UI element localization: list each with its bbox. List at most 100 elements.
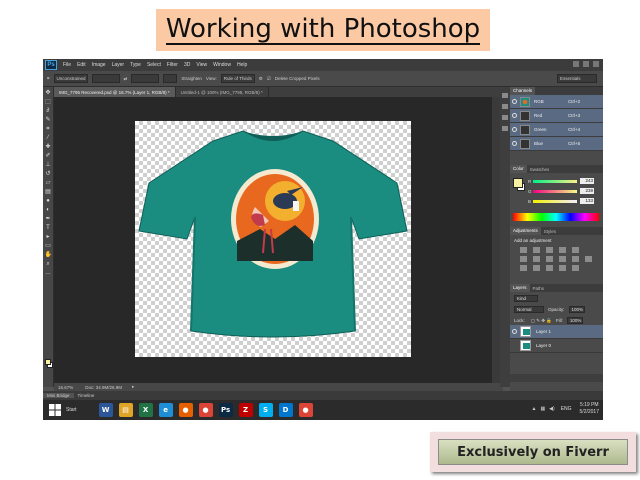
green-slider[interactable]: G 239	[528, 187, 594, 195]
close-icon[interactable]	[593, 61, 599, 67]
menu-image[interactable]: Image	[92, 62, 106, 68]
channel-row-rgb[interactable]: RGB Ctrl+2	[510, 95, 603, 109]
layer-row-0[interactable]: Layer 0	[510, 339, 603, 353]
color-balance-icon[interactable]	[533, 256, 540, 262]
kind-filter-select[interactable]: Kind	[514, 295, 538, 302]
minimize-icon[interactable]	[573, 61, 579, 67]
menu-file[interactable]: File	[63, 62, 71, 68]
tab-swatches[interactable]: Swatches	[527, 167, 553, 172]
tab-paths[interactable]: Paths	[530, 286, 548, 291]
channel-row-green[interactable]: Green Ctrl+4	[510, 123, 603, 137]
layer-row-1[interactable]: Layer 1	[510, 325, 603, 339]
foreground-color-swatch[interactable]	[45, 359, 51, 365]
vertical-scrollbar[interactable]	[492, 97, 500, 383]
ratio-select[interactable]: Unconstrained	[53, 74, 88, 83]
brush-tool-icon[interactable]: ✐	[45, 153, 52, 159]
menu-help[interactable]: Help	[237, 62, 247, 68]
paragraph-panel-icon[interactable]	[502, 126, 508, 131]
channel-mixer-icon[interactable]	[572, 256, 579, 262]
eye-icon[interactable]	[512, 127, 517, 132]
blue-track[interactable]	[533, 199, 577, 203]
settings-icon[interactable]: ⚙	[259, 76, 263, 82]
menu-select[interactable]: Select	[147, 62, 161, 68]
layer-name[interactable]: Layer 1	[536, 329, 551, 334]
history-brush-icon[interactable]: ↺	[45, 171, 52, 177]
fill-field[interactable]: 100%	[566, 317, 583, 324]
network-icon[interactable]: ▦	[540, 406, 545, 412]
green-track[interactable]	[533, 189, 577, 193]
hand-tool-icon[interactable]: ✋	[45, 252, 52, 258]
eyedropper-tool-icon[interactable]: ⁄	[45, 135, 52, 141]
selective-color-icon[interactable]	[572, 265, 579, 271]
firefox-taskbar-icon[interactable]: ●	[178, 403, 193, 417]
gradient-tool-icon[interactable]: ▤	[45, 189, 52, 195]
layer-name[interactable]: Layer 0	[536, 343, 551, 348]
maximize-icon[interactable]	[583, 61, 589, 67]
path-select-icon[interactable]: ▸	[45, 234, 52, 240]
color-lookup-icon[interactable]	[585, 256, 592, 262]
system-clock[interactable]: 5:19 PM 5/2/2017	[580, 402, 599, 416]
channel-row-red[interactable]: Red Ctrl+3	[510, 109, 603, 123]
zoom-level[interactable]: 16.67%	[58, 385, 73, 390]
menu-filter[interactable]: Filter	[167, 62, 178, 68]
photo-filter-icon[interactable]	[559, 256, 566, 262]
eye-icon[interactable]	[512, 99, 517, 104]
canvas-area[interactable]	[54, 97, 492, 383]
menu-3d[interactable]: 3D	[184, 62, 190, 68]
quick-select-tool-icon[interactable]: ✎	[45, 117, 52, 123]
brightness-icon[interactable]	[520, 247, 527, 253]
marquee-tool-icon[interactable]: ⬚	[45, 99, 52, 105]
levels-icon[interactable]	[533, 247, 540, 253]
lasso-tool-icon[interactable]: ∂	[45, 108, 52, 114]
move-tool-icon[interactable]: ✥	[45, 90, 52, 96]
zoom-tool-icon[interactable]: ⌕	[45, 261, 52, 267]
blur-tool-icon[interactable]: ●	[45, 198, 52, 204]
properties-panel-icon[interactable]	[502, 104, 508, 109]
crop-tool-icon[interactable]: ⌗	[45, 126, 52, 132]
photoshop-taskbar-icon[interactable]: Ps	[218, 403, 233, 417]
hue-saturation-icon[interactable]	[520, 256, 527, 262]
volume-icon[interactable]: ◀)	[549, 406, 555, 412]
red-value[interactable]: 243	[580, 178, 594, 184]
windows-start-button[interactable]	[46, 402, 64, 418]
workspace-select[interactable]: Essentials	[557, 74, 597, 83]
blue-value[interactable]: 133	[580, 198, 594, 204]
tab-channels[interactable]: Channels	[510, 87, 536, 95]
threshold-icon[interactable]	[546, 265, 553, 271]
blue-slider[interactable]: B 133	[528, 197, 594, 205]
swap-icon[interactable]: ⇄	[124, 76, 128, 82]
red-slider[interactable]: R 243	[528, 177, 594, 185]
lock-icons[interactable]: ▢ ✎ ✥ 🔒	[531, 318, 552, 324]
menu-edit[interactable]: Edit	[77, 62, 86, 68]
posterize-icon[interactable]	[533, 265, 540, 271]
document-canvas[interactable]	[135, 121, 411, 357]
pen-tool-icon[interactable]: ✒	[45, 216, 52, 222]
tray-arrow-icon[interactable]: ▲	[531, 406, 536, 412]
color-spectrum[interactable]	[513, 213, 599, 221]
crop-tool-icon[interactable]: ⌗	[47, 76, 50, 81]
tab-color[interactable]: Color	[510, 165, 527, 173]
exposure-icon[interactable]	[559, 247, 566, 253]
healing-tool-icon[interactable]: ✚	[45, 144, 52, 150]
red-track[interactable]	[533, 179, 577, 183]
eye-icon[interactable]	[512, 113, 517, 118]
status-arrow-icon[interactable]: ▸	[132, 384, 134, 390]
green-value[interactable]: 239	[580, 188, 594, 194]
internet-explorer-taskbar-icon[interactable]: e	[158, 403, 173, 417]
stamp-tool-icon[interactable]: ⊥	[45, 162, 52, 168]
blend-mode-select[interactable]: Normal	[514, 306, 544, 313]
view-select[interactable]: Rule of Thirds	[220, 74, 255, 83]
dodge-tool-icon[interactable]: ◐	[45, 207, 52, 213]
menu-view[interactable]: View	[196, 62, 207, 68]
eye-icon[interactable]	[512, 329, 517, 334]
shape-tool-icon[interactable]: ▭	[45, 243, 52, 249]
dell-taskbar-icon[interactable]: D	[278, 403, 293, 417]
character-panel-icon[interactable]	[502, 115, 508, 120]
tab-document-2[interactable]: Untitled-1 @ 100% (IMG_7795, RGB/8) *	[176, 87, 269, 97]
tab-layers[interactable]: Layers	[510, 284, 530, 292]
straighten-button[interactable]: Straighten	[181, 76, 202, 81]
delete-cropped-checkbox[interactable]: ☑	[267, 76, 271, 82]
menu-window[interactable]: Window	[213, 62, 231, 68]
language-indicator[interactable]: ENG	[561, 406, 572, 412]
opacity-field[interactable]: 100%	[568, 306, 585, 313]
